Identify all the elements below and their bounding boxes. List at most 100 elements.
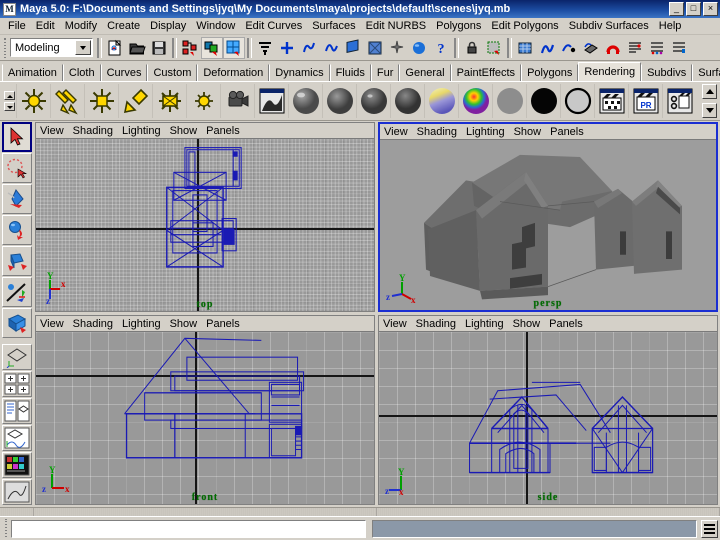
command-input[interactable] — [11, 520, 366, 538]
lasso-tool[interactable] — [2, 153, 32, 183]
universal-manipulator-tool[interactable] — [2, 308, 32, 338]
menu-item-subdiv-surfaces[interactable]: Subdiv Surfaces — [564, 19, 654, 33]
layout-persp-graph[interactable] — [2, 425, 32, 451]
batch-render-icon[interactable] — [662, 84, 696, 118]
snap-to-curves-icon[interactable] — [298, 37, 320, 59]
grid-icon[interactable] — [514, 37, 536, 59]
attribute-editor-icon[interactable] — [624, 37, 646, 59]
rainbow-shader-icon[interactable] — [458, 84, 492, 118]
panel-menu-top-show[interactable]: Show — [170, 125, 204, 137]
shelf-tab-dynamics[interactable]: Dynamics — [269, 64, 329, 81]
snap-to-grids-icon[interactable] — [254, 37, 276, 59]
select-tool[interactable] — [2, 122, 32, 152]
spot-light-icon[interactable] — [118, 84, 152, 118]
move-tool[interactable] — [2, 215, 32, 245]
minimize-button[interactable]: _ — [669, 2, 684, 16]
toolbar-section-grip-4[interactable] — [454, 38, 459, 58]
shelf-scroll-down-icon[interactable] — [4, 102, 15, 111]
curve-snap-icon[interactable] — [536, 37, 558, 59]
volume-light-icon[interactable] — [186, 84, 220, 118]
maximize-button[interactable]: □ — [686, 2, 701, 16]
viewport-top[interactable]: Y x z top — [36, 139, 374, 311]
toolbar-section-grip-5[interactable] — [507, 38, 512, 58]
menu-item-edit-nurbs[interactable]: Edit NURBS — [361, 19, 432, 33]
rotate-tool[interactable] — [2, 246, 32, 276]
toolbar-section-grip-3[interactable] — [247, 38, 252, 58]
shading-map-icon[interactable] — [560, 84, 594, 118]
shelf-page-down-icon[interactable] — [702, 103, 717, 118]
directional-light-icon[interactable] — [50, 84, 84, 118]
viewport-panel-top[interactable]: ViewShadingLightingShowPanels — [35, 122, 375, 312]
scale-tool[interactable] — [2, 277, 32, 307]
panel-menu-persp-lighting[interactable]: Lighting — [466, 126, 511, 138]
save-scene-icon[interactable] — [148, 37, 170, 59]
shelf-page-up-icon[interactable] — [702, 84, 717, 99]
shelf-tab-surfaces[interactable]: Surfaces — [692, 64, 720, 81]
layout-outliner-persp[interactable] — [2, 398, 32, 424]
viewport-panel-side[interactable]: ViewShadingLightingShowPanels — [378, 315, 718, 505]
select-component-icon[interactable] — [223, 37, 245, 59]
menu-item-help[interactable]: Help — [654, 19, 687, 33]
panel-menu-persp-panels[interactable]: Panels — [550, 126, 590, 138]
shelf-tab-painteffects[interactable]: PaintEffects — [451, 64, 522, 81]
shelf-tab-subdivs[interactable]: Subdivs — [641, 64, 692, 81]
layout-render-view[interactable] — [2, 479, 32, 505]
render-current-frame-icon[interactable] — [594, 84, 628, 118]
shelf-scrollbar[interactable] — [702, 84, 718, 118]
viewport-persp[interactable]: Y x z persp — [380, 140, 716, 310]
shelf-scroll-up-icon[interactable] — [4, 91, 15, 100]
shelf-tab-polygons[interactable]: Polygons — [521, 64, 578, 81]
layout-single-perspective[interactable] — [2, 344, 32, 370]
panel-menu-top-view[interactable]: View — [40, 125, 70, 137]
shelf-tab-cloth[interactable]: Cloth — [63, 64, 101, 81]
surface-shader-icon[interactable] — [492, 84, 526, 118]
render-sparkle-icon[interactable] — [386, 37, 408, 59]
toolbar-drag-handle[interactable] — [2, 37, 9, 59]
layout-hypershade-persp[interactable] — [2, 452, 32, 478]
shelf-tab-general[interactable]: General — [399, 64, 450, 81]
panel-menu-persp-show[interactable]: Show — [514, 126, 548, 138]
panel-menu-side-panels[interactable]: Panels — [549, 318, 589, 330]
menu-item-polygons[interactable]: Polygons — [431, 19, 486, 33]
panel-menu-persp-view[interactable]: View — [384, 126, 414, 138]
phong-material-icon[interactable] — [356, 84, 390, 118]
shelf-tab-fur[interactable]: Fur — [371, 64, 400, 81]
panel-menu-front-lighting[interactable]: Lighting — [122, 318, 167, 330]
ramp-shader-icon[interactable] — [424, 84, 458, 118]
menu-item-edit-polygons[interactable]: Edit Polygons — [486, 19, 563, 33]
camera-icon[interactable] — [220, 84, 254, 118]
panel-menu-front-shading[interactable]: Shading — [73, 318, 119, 330]
open-scene-icon[interactable] — [126, 37, 148, 59]
menu-item-file[interactable]: File — [3, 19, 31, 33]
lambert-material-icon[interactable] — [288, 84, 322, 118]
phong-e-material-icon[interactable] — [390, 84, 424, 118]
point-light-icon[interactable] — [84, 84, 118, 118]
menu-item-create[interactable]: Create — [102, 19, 145, 33]
shelf-tab-rendering[interactable]: Rendering — [578, 62, 641, 81]
panel-menu-side-view[interactable]: View — [383, 318, 413, 330]
viewport-front[interactable]: Y x z front — [36, 332, 374, 504]
render-view-icon[interactable] — [254, 84, 288, 118]
menu-item-window[interactable]: Window — [191, 19, 240, 33]
surface-snap-icon[interactable] — [580, 37, 602, 59]
panel-menu-front-view[interactable]: View — [40, 318, 70, 330]
menu-item-modify[interactable]: Modify — [60, 19, 102, 33]
select-hierarchy-icon[interactable] — [179, 37, 201, 59]
panel-menu-front-panels[interactable]: Panels — [206, 318, 246, 330]
layout-four-view[interactable] — [2, 371, 32, 397]
menu-set-dropdown[interactable]: Modeling — [10, 38, 93, 57]
snap-to-points-icon[interactable] — [276, 37, 298, 59]
select-object-icon[interactable] — [201, 37, 223, 59]
render-help-icon[interactable]: ? — [430, 37, 452, 59]
menu-item-display[interactable]: Display — [145, 19, 191, 33]
shelf-tab-deformation[interactable]: Deformation — [197, 64, 269, 81]
close-button[interactable]: × — [703, 2, 718, 16]
panel-menu-top-lighting[interactable]: Lighting — [122, 125, 167, 137]
render-globe-icon[interactable] — [408, 37, 430, 59]
magnet-icon[interactable] — [602, 37, 624, 59]
point-snap-icon[interactable] — [558, 37, 580, 59]
paint-select-tool[interactable] — [2, 184, 32, 214]
shelf-tab-fluids[interactable]: Fluids — [330, 64, 371, 81]
render-preview-icon[interactable]: PR — [628, 84, 662, 118]
shelf-tab-custom[interactable]: Custom — [147, 64, 197, 81]
